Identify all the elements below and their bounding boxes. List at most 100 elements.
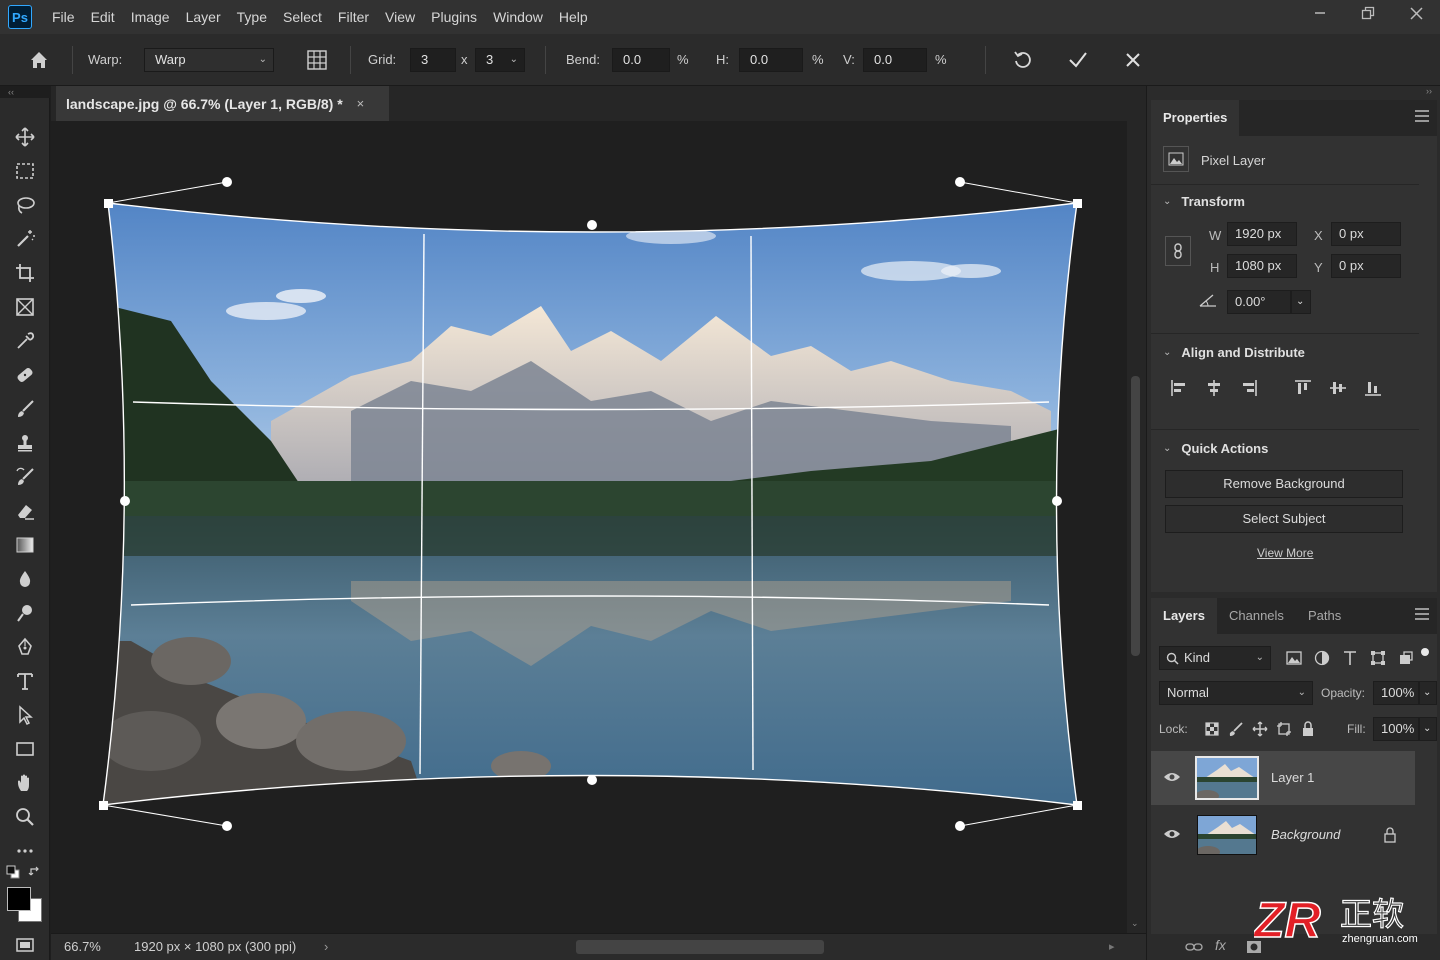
- gradient-tool[interactable]: [9, 530, 41, 560]
- screen-mode-button[interactable]: [9, 930, 41, 960]
- filter-type-icon[interactable]: [1341, 649, 1359, 667]
- menu-file[interactable]: File: [44, 0, 83, 34]
- warp-control-point[interactable]: [222, 821, 232, 831]
- width-input[interactable]: 1920 px: [1227, 222, 1297, 246]
- panel-menu-icon[interactable]: [1415, 608, 1429, 623]
- eraser-tool[interactable]: [9, 496, 41, 526]
- split-grid-button[interactable]: [302, 46, 332, 74]
- align-section-toggle[interactable]: ⌄ Align and Distribute: [1163, 345, 1305, 360]
- panel-menu-icon[interactable]: [1415, 110, 1429, 125]
- align-left-icon[interactable]: [1169, 378, 1189, 398]
- quick-actions-section-toggle[interactable]: ⌄ Quick Actions: [1163, 441, 1268, 456]
- filter-smart-object-icon[interactable]: [1397, 649, 1415, 667]
- menu-plugins[interactable]: Plugins: [423, 0, 485, 34]
- angle-input[interactable]: 0.00°: [1227, 290, 1291, 314]
- minimize-button[interactable]: [1296, 0, 1344, 26]
- filter-toggle-switch[interactable]: [1421, 648, 1429, 656]
- lock-transparent-icon[interactable]: [1203, 720, 1221, 738]
- menu-layer[interactable]: Layer: [178, 0, 229, 34]
- layer-filter-select[interactable]: Kind ⌄: [1159, 646, 1271, 670]
- align-bottom-icon[interactable]: [1363, 378, 1383, 398]
- warp-control-point[interactable]: [955, 177, 965, 187]
- menu-filter[interactable]: Filter: [330, 0, 377, 34]
- foreground-color-swatch[interactable]: [7, 887, 31, 911]
- eye-icon[interactable]: [1163, 770, 1181, 784]
- filter-adjustment-icon[interactable]: [1313, 649, 1331, 667]
- zoom-level[interactable]: 66.7%: [64, 934, 101, 960]
- x-input[interactable]: 0 px: [1331, 222, 1401, 246]
- frame-tool[interactable]: [9, 292, 41, 322]
- zoom-tool[interactable]: [9, 802, 41, 832]
- layer-row-layer-1[interactable]: Layer 1: [1151, 751, 1415, 805]
- healing-brush-tool[interactable]: [9, 360, 41, 390]
- crop-tool[interactable]: [9, 258, 41, 288]
- vertical-scroll-thumb[interactable]: [1131, 376, 1140, 656]
- menu-edit[interactable]: Edit: [83, 0, 123, 34]
- hand-tool[interactable]: [9, 768, 41, 798]
- warp-control-point[interactable]: [587, 775, 597, 785]
- align-right-icon[interactable]: [1239, 378, 1259, 398]
- pen-tool[interactable]: [9, 632, 41, 662]
- lock-all-icon[interactable]: [1299, 720, 1317, 738]
- dodge-tool[interactable]: [9, 598, 41, 628]
- path-selection-tool[interactable]: [9, 700, 41, 730]
- warp-control-point[interactable]: [120, 496, 130, 506]
- scroll-right-icon[interactable]: ▸: [1109, 934, 1115, 960]
- warp-style-select[interactable]: Warp ⌄: [144, 48, 274, 72]
- y-input[interactable]: 0 px: [1331, 254, 1401, 278]
- bend-input[interactable]: 0.0: [612, 48, 670, 72]
- angle-dropdown[interactable]: ⌄: [1291, 290, 1311, 314]
- magic-wand-tool[interactable]: [9, 224, 41, 254]
- tab-layers[interactable]: Layers: [1151, 598, 1217, 634]
- eye-icon[interactable]: [1163, 827, 1181, 841]
- warp-control-point[interactable]: [1052, 496, 1062, 506]
- grid-columns-input[interactable]: 3: [410, 48, 456, 72]
- restore-button[interactable]: [1344, 0, 1392, 26]
- menu-image[interactable]: Image: [123, 0, 178, 34]
- warp-corner-handle[interactable]: [99, 801, 108, 810]
- collapse-toolbar-button[interactable]: ‹‹: [0, 86, 50, 98]
- v-distortion-input[interactable]: 0.0: [863, 48, 927, 72]
- warp-corner-handle[interactable]: [1073, 199, 1082, 208]
- blur-tool[interactable]: [9, 564, 41, 594]
- type-tool[interactable]: [9, 666, 41, 696]
- warped-image[interactable]: [51, 121, 1127, 933]
- vertical-scrollbar[interactable]: ⌄: [1127, 121, 1146, 933]
- height-input[interactable]: 1080 px: [1227, 254, 1297, 278]
- lock-artboard-icon[interactable]: [1275, 720, 1293, 738]
- fill-dropdown[interactable]: ⌄: [1419, 717, 1437, 741]
- fx-icon[interactable]: fx: [1215, 937, 1226, 953]
- clone-stamp-tool[interactable]: [9, 428, 41, 458]
- lasso-tool[interactable]: [9, 190, 41, 220]
- home-button[interactable]: [24, 46, 54, 74]
- history-brush-tool[interactable]: [9, 462, 41, 492]
- menu-type[interactable]: Type: [229, 0, 275, 34]
- select-subject-button[interactable]: Select Subject: [1165, 505, 1403, 533]
- warp-control-point[interactable]: [955, 821, 965, 831]
- collapse-panels-button[interactable]: ››: [1426, 86, 1432, 96]
- reset-warp-button[interactable]: [1008, 46, 1038, 74]
- status-info-arrow[interactable]: ›: [324, 934, 328, 960]
- default-colors-button[interactable]: [6, 865, 22, 881]
- eyedropper-tool[interactable]: [9, 326, 41, 356]
- h-distortion-input[interactable]: 0.0: [739, 48, 803, 72]
- layer-row-background[interactable]: Background: [1151, 808, 1415, 862]
- commit-transform-button[interactable]: [1063, 46, 1093, 74]
- warp-corner-handle[interactable]: [1073, 801, 1082, 810]
- view-more-link[interactable]: View More: [1257, 546, 1313, 560]
- brush-tool[interactable]: [9, 394, 41, 424]
- align-horizontal-center-icon[interactable]: [1204, 378, 1224, 398]
- canvas-area[interactable]: [51, 121, 1127, 933]
- lock-position-icon[interactable]: [1251, 720, 1269, 738]
- scroll-down-icon[interactable]: ⌄: [1131, 918, 1139, 929]
- grid-rows-select[interactable]: 3 ⌄: [475, 48, 525, 72]
- opacity-dropdown[interactable]: ⌄: [1419, 681, 1437, 705]
- move-tool[interactable]: [9, 122, 41, 152]
- edit-toolbar-button[interactable]: [9, 836, 41, 866]
- rectangle-tool[interactable]: [9, 734, 41, 764]
- document-tab[interactable]: landscape.jpg @ 66.7% (Layer 1, RGB/8) *…: [56, 86, 389, 121]
- menu-help[interactable]: Help: [551, 0, 596, 34]
- marquee-tool[interactable]: [9, 156, 41, 186]
- tab-paths[interactable]: Paths: [1296, 598, 1353, 634]
- menu-select[interactable]: Select: [275, 0, 330, 34]
